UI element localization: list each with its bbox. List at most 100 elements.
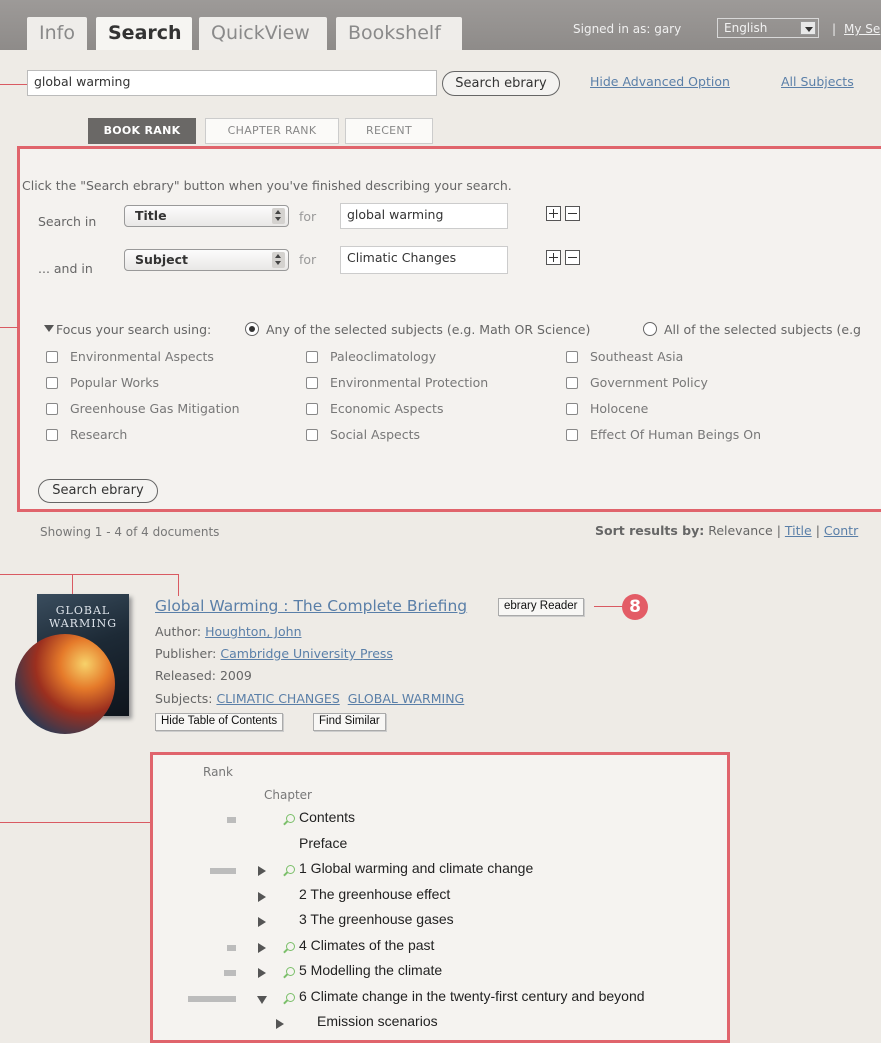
- expand-arrow-icon[interactable]: [258, 943, 266, 953]
- remove-row-icon[interactable]: [565, 250, 580, 265]
- subject-checkbox-label[interactable]: Social Aspects: [330, 427, 420, 442]
- expand-arrow-icon[interactable]: [258, 968, 266, 978]
- search-ebrary-button[interactable]: Search ebrary: [442, 71, 560, 96]
- expand-triangle-icon[interactable]: [44, 325, 54, 332]
- subject-checkbox-label[interactable]: Research: [70, 427, 127, 442]
- select-value: Subject: [135, 252, 188, 267]
- subject-checkbox[interactable]: [46, 429, 58, 441]
- nav-separator: |: [832, 22, 837, 36]
- sort-label: Sort results by:: [595, 523, 705, 538]
- subject-checkbox-label[interactable]: Southeast Asia: [590, 349, 683, 364]
- sort-contributor-link[interactable]: Contr: [824, 523, 858, 538]
- rank-bar: [210, 868, 236, 874]
- sort-relevance[interactable]: Relevance: [708, 523, 773, 538]
- focus-any-radio[interactable]: [245, 322, 259, 336]
- subject-checkbox-label[interactable]: Greenhouse Gas Mitigation: [70, 401, 240, 416]
- subject-checkbox-label[interactable]: Holocene: [590, 401, 648, 416]
- tab-book-rank[interactable]: BOOK RANK: [88, 118, 196, 144]
- chevron-down-icon[interactable]: [800, 21, 816, 35]
- subject-checkbox[interactable]: [306, 429, 318, 441]
- rank-bar: [224, 970, 236, 976]
- publisher-link[interactable]: Cambridge University Press: [220, 646, 393, 661]
- search-input[interactable]: global warming: [27, 70, 437, 96]
- find-similar-button[interactable]: Find Similar: [313, 713, 386, 731]
- toc-chapter-item[interactable]: 5 Modelling the climate: [299, 962, 442, 978]
- toc-chapter-item[interactable]: 1 Global warming and climate change: [299, 860, 533, 876]
- ebrary-reader-button[interactable]: ebrary Reader: [498, 598, 584, 616]
- subject-checkbox[interactable]: [306, 403, 318, 415]
- subject-checkbox[interactable]: [566, 377, 578, 389]
- expand-arrow-icon[interactable]: [258, 892, 266, 902]
- tab-bookshelf[interactable]: Bookshelf: [336, 17, 462, 50]
- callout-line: [178, 574, 179, 596]
- toc-chapter-item[interactable]: 4 Climates of the past: [299, 937, 434, 953]
- search-in-chapter-icon[interactable]: [286, 865, 295, 874]
- subject-link[interactable]: CLIMATIC CHANGES: [216, 691, 339, 706]
- search-term-input-2[interactable]: Climatic Changes: [340, 246, 508, 274]
- search-field-select-2[interactable]: Subject: [124, 249, 289, 271]
- hide-toc-button[interactable]: Hide Table of Contents: [155, 713, 284, 731]
- subject-checkbox-label[interactable]: Popular Works: [70, 375, 159, 390]
- expand-arrow-icon[interactable]: [276, 1019, 284, 1029]
- callout-line: [0, 327, 18, 328]
- subject-checkbox[interactable]: [306, 377, 318, 389]
- search-in-chapter-icon[interactable]: [286, 814, 295, 823]
- subject-checkbox[interactable]: [306, 351, 318, 363]
- search-field-select-1[interactable]: Title: [124, 205, 289, 227]
- subject-checkbox-label[interactable]: Effect Of Human Beings On: [590, 427, 761, 442]
- toc-chapter-item[interactable]: 2 The greenhouse effect: [299, 886, 450, 902]
- focus-all-radio[interactable]: [643, 322, 657, 336]
- cover-title-line: GLOBAL: [55, 604, 111, 617]
- search-in-chapter-icon[interactable]: [286, 967, 295, 976]
- search-in-chapter-icon[interactable]: [286, 993, 295, 1002]
- book-publisher: Publisher: Cambridge University Press: [155, 646, 393, 661]
- tab-recent[interactable]: RECENT: [345, 118, 433, 144]
- book-cover-image[interactable]: GLOBAL WARMING: [15, 594, 129, 734]
- tab-search[interactable]: Search: [96, 17, 192, 50]
- expand-arrow-icon[interactable]: [258, 866, 266, 876]
- subject-checkbox-label[interactable]: Economic Aspects: [330, 401, 443, 416]
- remove-row-icon[interactable]: [565, 206, 580, 221]
- subject-checkbox[interactable]: [46, 377, 58, 389]
- sort-title-link[interactable]: Title: [785, 523, 812, 538]
- toc-chapter-item[interactable]: Contents: [299, 809, 355, 825]
- add-row-icon[interactable]: [546, 206, 561, 221]
- signed-in-text: Signed in as: gary: [573, 22, 682, 36]
- search-ebrary-button-advanced[interactable]: Search ebrary: [38, 479, 158, 503]
- all-subjects-link[interactable]: All Subjects: [781, 74, 854, 89]
- subject-checkbox[interactable]: [46, 351, 58, 363]
- subject-checkbox-label[interactable]: Environmental Aspects: [70, 349, 214, 364]
- focus-any-label: Any of the selected subjects (e.g. Math …: [266, 322, 591, 337]
- author-link[interactable]: Houghton, John: [205, 624, 301, 639]
- search-term-input-1[interactable]: global warming: [340, 203, 508, 229]
- subject-checkbox-label[interactable]: Environmental Protection: [330, 375, 488, 390]
- toc-chapter-item[interactable]: 3 The greenhouse gases: [299, 911, 454, 927]
- toc-chapter-item[interactable]: 6 Climate change in the twenty-first cen…: [299, 988, 645, 1004]
- book-title-link[interactable]: Global Warming : The Complete Briefing: [155, 597, 467, 615]
- language-select[interactable]: English: [717, 18, 819, 38]
- tab-info[interactable]: Info: [27, 17, 87, 50]
- language-value: English: [724, 21, 768, 35]
- tab-quickview[interactable]: QuickView: [199, 17, 327, 50]
- toc-chapter-item[interactable]: Preface: [299, 835, 347, 851]
- subject-checkbox[interactable]: [566, 429, 578, 441]
- expand-arrow-icon[interactable]: [258, 917, 266, 927]
- search-in-chapter-icon[interactable]: [286, 942, 295, 951]
- cover-planet-graphic: [15, 634, 115, 734]
- toc-chapter-item[interactable]: Emission scenarios: [317, 1013, 438, 1029]
- callout-line: [0, 84, 30, 85]
- add-row-icon[interactable]: [546, 250, 561, 265]
- book-subjects: Subjects: CLIMATIC CHANGES GLOBAL WARMIN…: [155, 691, 464, 706]
- subject-checkbox[interactable]: [46, 403, 58, 415]
- my-settings-link[interactable]: My Se: [844, 22, 880, 36]
- callout-line: [0, 574, 178, 575]
- tab-chapter-rank[interactable]: CHAPTER RANK: [205, 118, 339, 144]
- hide-advanced-option-link[interactable]: Hide Advanced Option: [590, 74, 730, 89]
- subject-link[interactable]: GLOBAL WARMING: [348, 691, 465, 706]
- subject-checkbox[interactable]: [566, 403, 578, 415]
- cover-title-line: WARMING: [48, 617, 117, 630]
- collapse-arrow-icon[interactable]: [257, 996, 267, 1004]
- subject-checkbox[interactable]: [566, 351, 578, 363]
- subject-checkbox-label[interactable]: Paleoclimatology: [330, 349, 436, 364]
- subject-checkbox-label[interactable]: Government Policy: [590, 375, 708, 390]
